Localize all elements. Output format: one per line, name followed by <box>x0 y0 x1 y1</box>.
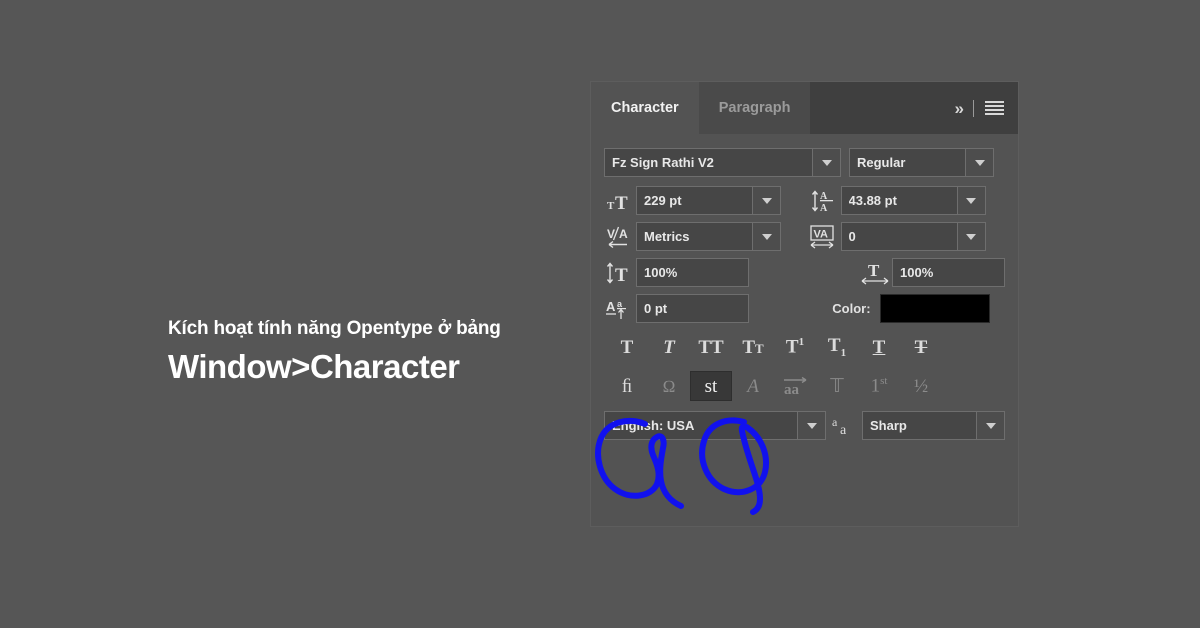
subscript-button[interactable]: T1 <box>816 332 858 362</box>
swash-button[interactable]: A <box>732 371 774 401</box>
instruction-line-1: Kích hoạt tính năng Opentype ở bảng <box>168 318 501 339</box>
language-antialias-row: a a <box>604 411 1005 440</box>
svg-text:T: T <box>607 200 615 212</box>
style-buttons-row: T T TT TT T1 T1 T T <box>604 332 1005 362</box>
svg-text:A: A <box>606 299 616 314</box>
baseline-shift-icon: A a <box>604 294 636 323</box>
panel-menu-icon[interactable] <box>985 100 1004 116</box>
svg-text:T: T <box>615 193 628 212</box>
language-dropdown-arrow[interactable] <box>797 412 825 439</box>
panel-tab-tools: » <box>955 82 1018 134</box>
tracking-dropdown-arrow[interactable] <box>956 223 985 250</box>
contextual-alternates-button[interactable]: Ω <box>648 371 690 401</box>
baseline-color-row: A a Color: <box>604 294 1005 323</box>
svg-text:A: A <box>619 227 628 241</box>
language-field[interactable] <box>604 411 826 440</box>
all-caps-button[interactable]: TT <box>690 332 732 362</box>
kerning-tracking-row: V A VA <box>604 222 1005 251</box>
anti-alias-icon: a a <box>826 415 862 437</box>
font-family-dropdown-arrow[interactable] <box>812 149 840 176</box>
tracking-icon: VA <box>809 222 841 251</box>
svg-text:aa: aa <box>784 382 800 397</box>
panel-tab-bar: Character Paragraph » <box>591 82 1018 134</box>
strikethrough-button[interactable]: T <box>900 332 942 362</box>
font-row <box>604 148 1005 177</box>
language-input[interactable] <box>605 412 797 439</box>
vertical-scale-field[interactable] <box>636 258 749 287</box>
character-panel: Character Paragraph » T <box>591 82 1018 526</box>
superscript-button[interactable]: T1 <box>774 332 816 362</box>
horizontal-scale-icon: T <box>860 258 892 287</box>
font-size-field[interactable] <box>636 186 781 215</box>
font-size-icon: T T <box>604 186 636 215</box>
antialias-input[interactable] <box>863 412 976 439</box>
titling-alternates-button[interactable]: 𝕋 <box>816 371 858 401</box>
tab-character[interactable]: Character <box>591 82 699 134</box>
instruction-line-2: Window>Character <box>168 348 460 385</box>
font-family-input[interactable] <box>605 149 812 176</box>
tab-bar-spacer <box>810 82 955 134</box>
svg-text:A: A <box>820 203 828 213</box>
kerning-input[interactable] <box>637 223 752 250</box>
svg-text:T: T <box>615 265 628 285</box>
faux-bold-button[interactable]: T <box>606 332 648 362</box>
antialias-dropdown-arrow[interactable] <box>976 412 1004 439</box>
color-label: Color: <box>832 301 871 316</box>
ordinals-button[interactable]: 1st <box>858 371 900 401</box>
vertical-scale-icon: T <box>604 258 636 287</box>
tracking-input[interactable] <box>841 223 957 250</box>
kerning-field[interactable] <box>636 222 781 251</box>
font-size-dropdown-arrow[interactable] <box>752 187 780 214</box>
fractions-button[interactable]: ½ <box>900 371 942 401</box>
collapse-chevrons-icon[interactable]: » <box>955 100 965 117</box>
leading-input[interactable] <box>841 187 957 214</box>
baseline-shift-input[interactable] <box>637 295 748 322</box>
horizontal-scale-field[interactable] <box>892 258 1005 287</box>
standard-ligatures-button[interactable]: ﬁ <box>606 371 648 401</box>
tab-paragraph[interactable]: Paragraph <box>698 82 811 134</box>
horizontal-scale-input[interactable] <box>893 259 1004 286</box>
svg-text:T: T <box>868 261 880 280</box>
svg-text:a: a <box>840 423 847 437</box>
underline-button[interactable]: T <box>858 332 900 362</box>
font-family-field[interactable] <box>604 148 841 177</box>
text-color-swatch[interactable] <box>879 294 990 323</box>
stylistic-alternates-button[interactable]: aa <box>774 371 816 401</box>
size-leading-row: T T A A <box>604 186 1005 215</box>
opentype-buttons-row: ﬁ Ω st A aa 𝕋 1st ½ <box>604 371 1005 401</box>
font-style-input[interactable] <box>850 149 965 176</box>
antialias-field[interactable] <box>862 411 1005 440</box>
svg-text:a: a <box>832 415 838 429</box>
svg-text:VA: VA <box>813 228 828 240</box>
font-style-dropdown-arrow[interactable] <box>965 149 993 176</box>
font-size-input[interactable] <box>637 187 752 214</box>
vertical-scale-input[interactable] <box>637 259 748 286</box>
instruction-overlay: Kích hoạt tính năng Opentype ở bảng Wind… <box>168 316 568 388</box>
leading-dropdown-arrow[interactable] <box>956 187 985 214</box>
leading-icon: A A <box>809 186 841 215</box>
faux-italic-button[interactable]: T <box>648 332 690 362</box>
kerning-icon: V A <box>604 222 636 251</box>
panel-body: T T A A <box>591 134 1018 440</box>
font-style-field[interactable] <box>849 148 994 177</box>
leading-field[interactable] <box>840 186 986 215</box>
tracking-field[interactable] <box>840 222 986 251</box>
scale-row: T T <box>604 258 1005 287</box>
small-caps-button[interactable]: TT <box>732 332 774 362</box>
kerning-dropdown-arrow[interactable] <box>752 223 780 250</box>
tools-divider <box>973 99 974 117</box>
baseline-shift-field[interactable] <box>636 294 749 323</box>
discretionary-ligatures-button[interactable]: st <box>690 371 732 401</box>
svg-text:a: a <box>617 299 623 309</box>
